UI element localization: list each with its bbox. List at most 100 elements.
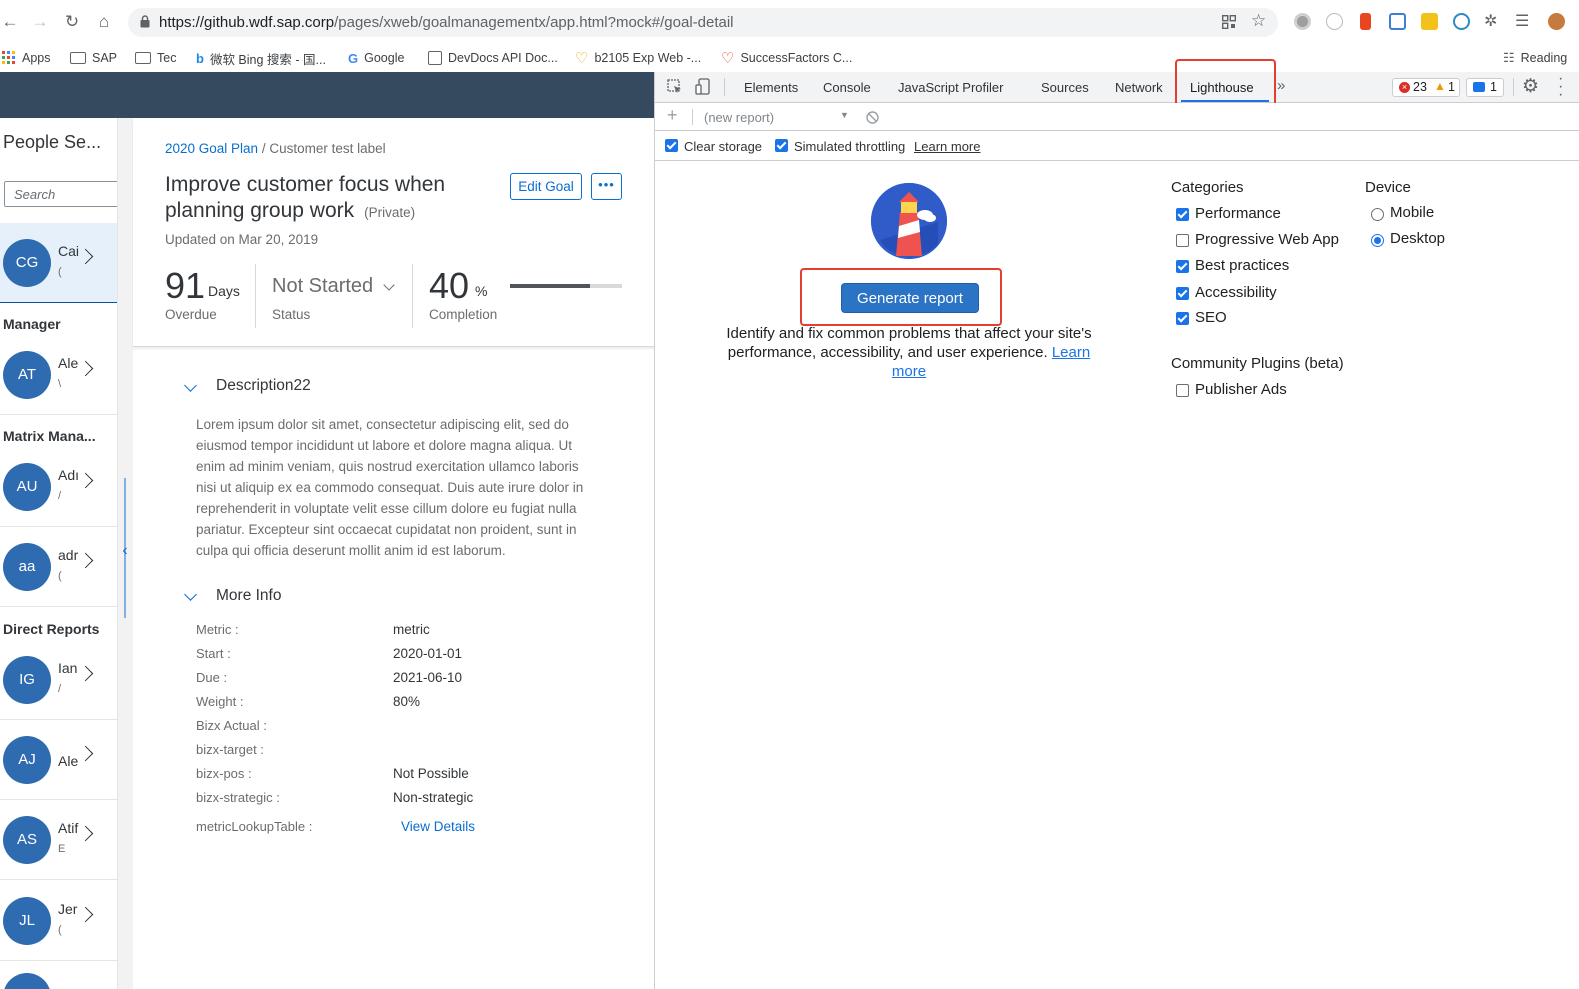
person-subtitle: ( bbox=[58, 924, 62, 936]
best-practices-checkbox[interactable] bbox=[1176, 260, 1189, 273]
person-item[interactable]: AU Adı / bbox=[0, 447, 117, 527]
reading-list-icon: ☷ bbox=[1503, 50, 1515, 65]
tab-elements[interactable]: Elements bbox=[744, 80, 798, 95]
person-item[interactable]: aa adr ( bbox=[0, 527, 117, 607]
extension-icon[interactable] bbox=[1421, 13, 1438, 30]
divider bbox=[412, 264, 413, 328]
pwa-checkbox[interactable] bbox=[1176, 234, 1189, 247]
clear-icon[interactable] bbox=[866, 111, 879, 124]
person-item[interactable]: JL Jer ( bbox=[0, 881, 117, 961]
view-details-link[interactable]: View Details bbox=[401, 819, 475, 834]
generate-report-button[interactable]: Generate report bbox=[841, 283, 979, 313]
reading-list-label: Reading bbox=[1520, 51, 1568, 65]
metric-label: Metric : bbox=[196, 622, 239, 637]
tab-network[interactable]: Network bbox=[1115, 80, 1163, 95]
accessibility-checkbox[interactable] bbox=[1176, 287, 1189, 300]
bookmark-tec[interactable]: Tec bbox=[135, 48, 176, 68]
bookmark-google[interactable]: G Google bbox=[348, 48, 404, 68]
report-select[interactable]: (new report) bbox=[704, 110, 774, 125]
tab-console[interactable]: Console bbox=[823, 80, 871, 95]
bookmark-bing[interactable]: b 微软 Bing 搜索 - 国... bbox=[196, 48, 326, 68]
chevron-right-icon bbox=[77, 472, 94, 489]
avatar: CG bbox=[3, 239, 51, 287]
chevron-down-icon[interactable] bbox=[184, 588, 197, 601]
start-value: 2020-01-01 bbox=[393, 646, 463, 661]
mobile-radio[interactable] bbox=[1371, 208, 1384, 221]
back-icon[interactable]: ← bbox=[0, 12, 20, 32]
simulated-throttling-checkbox[interactable] bbox=[775, 139, 788, 152]
performance-checkbox[interactable] bbox=[1176, 208, 1189, 221]
publisher-ads-checkbox[interactable] bbox=[1176, 384, 1189, 397]
progress-bar bbox=[510, 284, 622, 288]
desktop-radio[interactable] bbox=[1371, 234, 1384, 247]
chevron-down-icon[interactable] bbox=[184, 379, 197, 392]
device-header: Device bbox=[1365, 179, 1411, 196]
collapse-panel-icon[interactable]: ‹ bbox=[119, 536, 131, 566]
person-item-selected[interactable]: CG Cai ( bbox=[0, 223, 117, 303]
home-icon[interactable]: ⌂ bbox=[94, 12, 114, 32]
bookmark-label: b2105 Exp Web -... bbox=[594, 51, 702, 65]
avatar: AU bbox=[3, 463, 51, 511]
error-count: 23 bbox=[1413, 80, 1427, 94]
publisher-ads-label: Publisher Ads bbox=[1195, 381, 1287, 398]
person-item[interactable]: AS Atif E bbox=[0, 800, 117, 880]
more-tabs-icon[interactable]: » bbox=[1277, 77, 1285, 94]
person-item[interactable]: AT Ale \ bbox=[0, 335, 117, 415]
bing-icon: b bbox=[196, 50, 204, 66]
tab-javascript-profiler[interactable]: JavaScript Profiler bbox=[898, 80, 1003, 95]
seo-checkbox[interactable] bbox=[1176, 312, 1189, 325]
bookmark-sap[interactable]: SAP bbox=[70, 48, 117, 68]
reading-list[interactable]: ☷ Reading bbox=[1503, 48, 1567, 68]
more-actions-button[interactable]: ••• bbox=[591, 173, 622, 200]
person-item[interactable]: AJ Ale bbox=[0, 720, 117, 800]
clear-storage-checkbox[interactable] bbox=[665, 139, 678, 152]
privacy-label: (Private) bbox=[364, 205, 416, 220]
learn-more-link[interactable]: Learn more bbox=[914, 139, 980, 154]
gear-icon[interactable]: ⚙ bbox=[1522, 75, 1539, 98]
messages-badge[interactable]: 1 bbox=[1466, 78, 1504, 97]
breadcrumb-link[interactable]: 2020 Goal Plan bbox=[165, 141, 258, 156]
inspect-element-icon[interactable] bbox=[667, 79, 683, 95]
qr-code-icon[interactable] bbox=[1222, 15, 1236, 29]
description-section-title[interactable]: Description22 bbox=[216, 377, 311, 395]
breadcrumb-separator: / bbox=[261, 141, 266, 156]
extension-icon[interactable] bbox=[1360, 13, 1371, 30]
bookmark-devdocs[interactable]: DevDocs API Doc... bbox=[428, 48, 558, 68]
breadcrumb-current: Customer test label bbox=[269, 141, 386, 156]
extension-icon[interactable] bbox=[1294, 13, 1311, 30]
add-icon[interactable]: + bbox=[667, 105, 678, 126]
puzzle-icon[interactable]: ✲ bbox=[1484, 11, 1497, 31]
chevron-down-icon[interactable]: ▼ bbox=[840, 110, 849, 120]
forward-icon[interactable]: → bbox=[30, 12, 50, 32]
bookmark-star-icon[interactable]: ☆ bbox=[1251, 11, 1266, 31]
bookmark-label: Google bbox=[364, 51, 405, 65]
edit-goal-button[interactable]: Edit Goal bbox=[510, 173, 582, 200]
divider bbox=[724, 78, 725, 96]
bookmark-successfactors[interactable]: ♡ SuccessFactors C... bbox=[721, 48, 852, 68]
lighthouse-settings-row: Clear storage Simulated throttling Learn… bbox=[655, 131, 1579, 161]
device-toolbar-icon[interactable] bbox=[695, 78, 711, 96]
tab-sources[interactable]: Sources bbox=[1041, 80, 1089, 95]
bookmark-b2105[interactable]: ♡ b2105 Exp Web -... bbox=[575, 48, 701, 68]
goal-header: 2020 Goal Plan / Customer test label Imp… bbox=[133, 118, 654, 347]
extension-icon[interactable] bbox=[1389, 13, 1406, 30]
issues-badge[interactable]: × 23 ▲ 1 bbox=[1392, 78, 1460, 97]
intro-text: Identify and fix common problems that af… bbox=[726, 325, 1092, 361]
extension-icon[interactable] bbox=[1453, 13, 1470, 30]
reload-icon[interactable]: ↻ bbox=[62, 12, 82, 32]
bizx-pos-label: bizx-pos : bbox=[196, 766, 252, 781]
person-item[interactable]: IG Ian / bbox=[0, 640, 117, 720]
more-info-section-title[interactable]: More Info bbox=[216, 587, 281, 605]
address-bar[interactable]: https://github.wdf.sap.corp/pages/xweb/g… bbox=[128, 8, 1278, 37]
search-input[interactable]: Search bbox=[4, 181, 117, 207]
extension-icon[interactable] bbox=[1326, 13, 1343, 30]
person-subtitle: \ bbox=[58, 378, 62, 390]
folder-icon bbox=[70, 52, 86, 64]
status-select[interactable]: Not Started bbox=[272, 275, 373, 298]
bookmark-apps[interactable]: Apps bbox=[2, 48, 51, 68]
completion-unit: % bbox=[475, 283, 488, 299]
kebab-menu-icon[interactable]: · · · bbox=[1558, 71, 1563, 103]
profile-avatar[interactable] bbox=[1548, 13, 1565, 30]
chevron-down-icon[interactable] bbox=[383, 279, 395, 291]
media-queue-icon[interactable]: ☰ bbox=[1515, 11, 1529, 31]
